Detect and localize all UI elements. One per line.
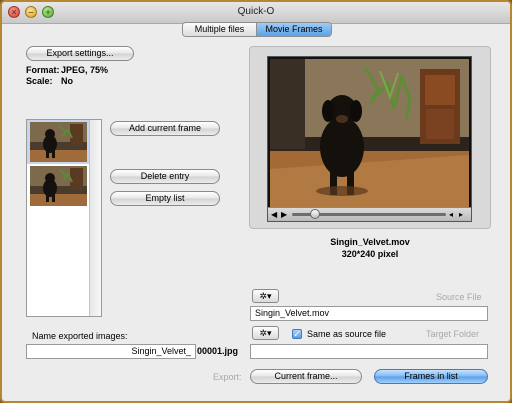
gear-icon: ✲▾ — [259, 291, 272, 301]
step-back-icon[interactable]: ◂ — [449, 210, 453, 219]
movie-player[interactable]: ◀ ▶ ◂ ▸ — [267, 56, 472, 222]
source-file-field[interactable]: Singin_Velvet.mov — [250, 306, 488, 321]
same-as-source-label: Same as source file — [307, 329, 387, 339]
scale-label: Scale: — [26, 76, 53, 86]
gear-icon: ✲▾ — [259, 328, 272, 338]
export-current-frame-button[interactable]: Current frame... — [250, 369, 362, 384]
export-frames-in-list-button[interactable]: Frames in list — [374, 369, 488, 384]
tab-bar: Multiple files Movie Frames — [182, 22, 332, 37]
delete-entry-button[interactable]: Delete entry — [110, 169, 220, 184]
window-title: Quick-O — [237, 6, 275, 17]
list-scrollbar[interactable] — [89, 120, 101, 316]
movie-frame-image — [270, 59, 469, 207]
movie-preview-panel: ◀ ▶ ◂ ▸ — [249, 46, 491, 229]
same-as-source-checkbox[interactable]: ✓ — [292, 329, 302, 339]
playhead-slider[interactable] — [310, 209, 320, 219]
list-item[interactable] — [27, 164, 90, 208]
title-bar: × – + Quick-O — [2, 2, 510, 24]
tab-movie-frames[interactable]: Movie Frames — [257, 23, 331, 36]
list-item[interactable] — [27, 120, 90, 164]
format-value: JPEG, 75% — [61, 65, 109, 75]
empty-list-button[interactable]: Empty list — [110, 191, 220, 206]
movie-controller[interactable]: ◀ ▶ ◂ ▸ — [268, 207, 471, 221]
movie-file-name: Singin_Velvet.mov — [330, 237, 410, 247]
format-label: Format: — [26, 65, 60, 75]
step-forward-icon[interactable]: ▸ — [459, 210, 463, 219]
frame-thumbnail — [30, 166, 87, 206]
name-exported-images-label: Name exported images: — [32, 331, 128, 341]
app-window: × – + Quick-O Multiple files Movie Frame… — [0, 0, 512, 403]
volume-icon[interactable]: ◀ — [271, 210, 277, 219]
source-file-label: Source File — [436, 292, 482, 302]
play-icon[interactable]: ▶ — [281, 210, 287, 219]
movie-dimensions: 320*240 pixel — [341, 249, 399, 259]
export-name-prefix-field[interactable]: Singin_Velvet_ — [26, 344, 196, 359]
add-current-frame-button[interactable]: Add current frame — [110, 121, 220, 136]
target-folder-label: Target Folder — [426, 329, 480, 339]
export-name-suffix: 00001.jpg — [197, 346, 239, 356]
export-label: Export: — [213, 372, 242, 382]
target-folder-field[interactable] — [250, 344, 488, 359]
frame-list[interactable] — [26, 119, 102, 317]
tab-multiple-files[interactable]: Multiple files — [183, 23, 257, 36]
frame-thumbnail — [30, 122, 87, 162]
target-action-menu[interactable]: ✲▾ — [252, 326, 279, 340]
scale-value: No — [61, 76, 73, 86]
export-settings-button[interactable]: Export settings... — [26, 46, 134, 61]
source-action-menu[interactable]: ✲▾ — [252, 289, 279, 303]
